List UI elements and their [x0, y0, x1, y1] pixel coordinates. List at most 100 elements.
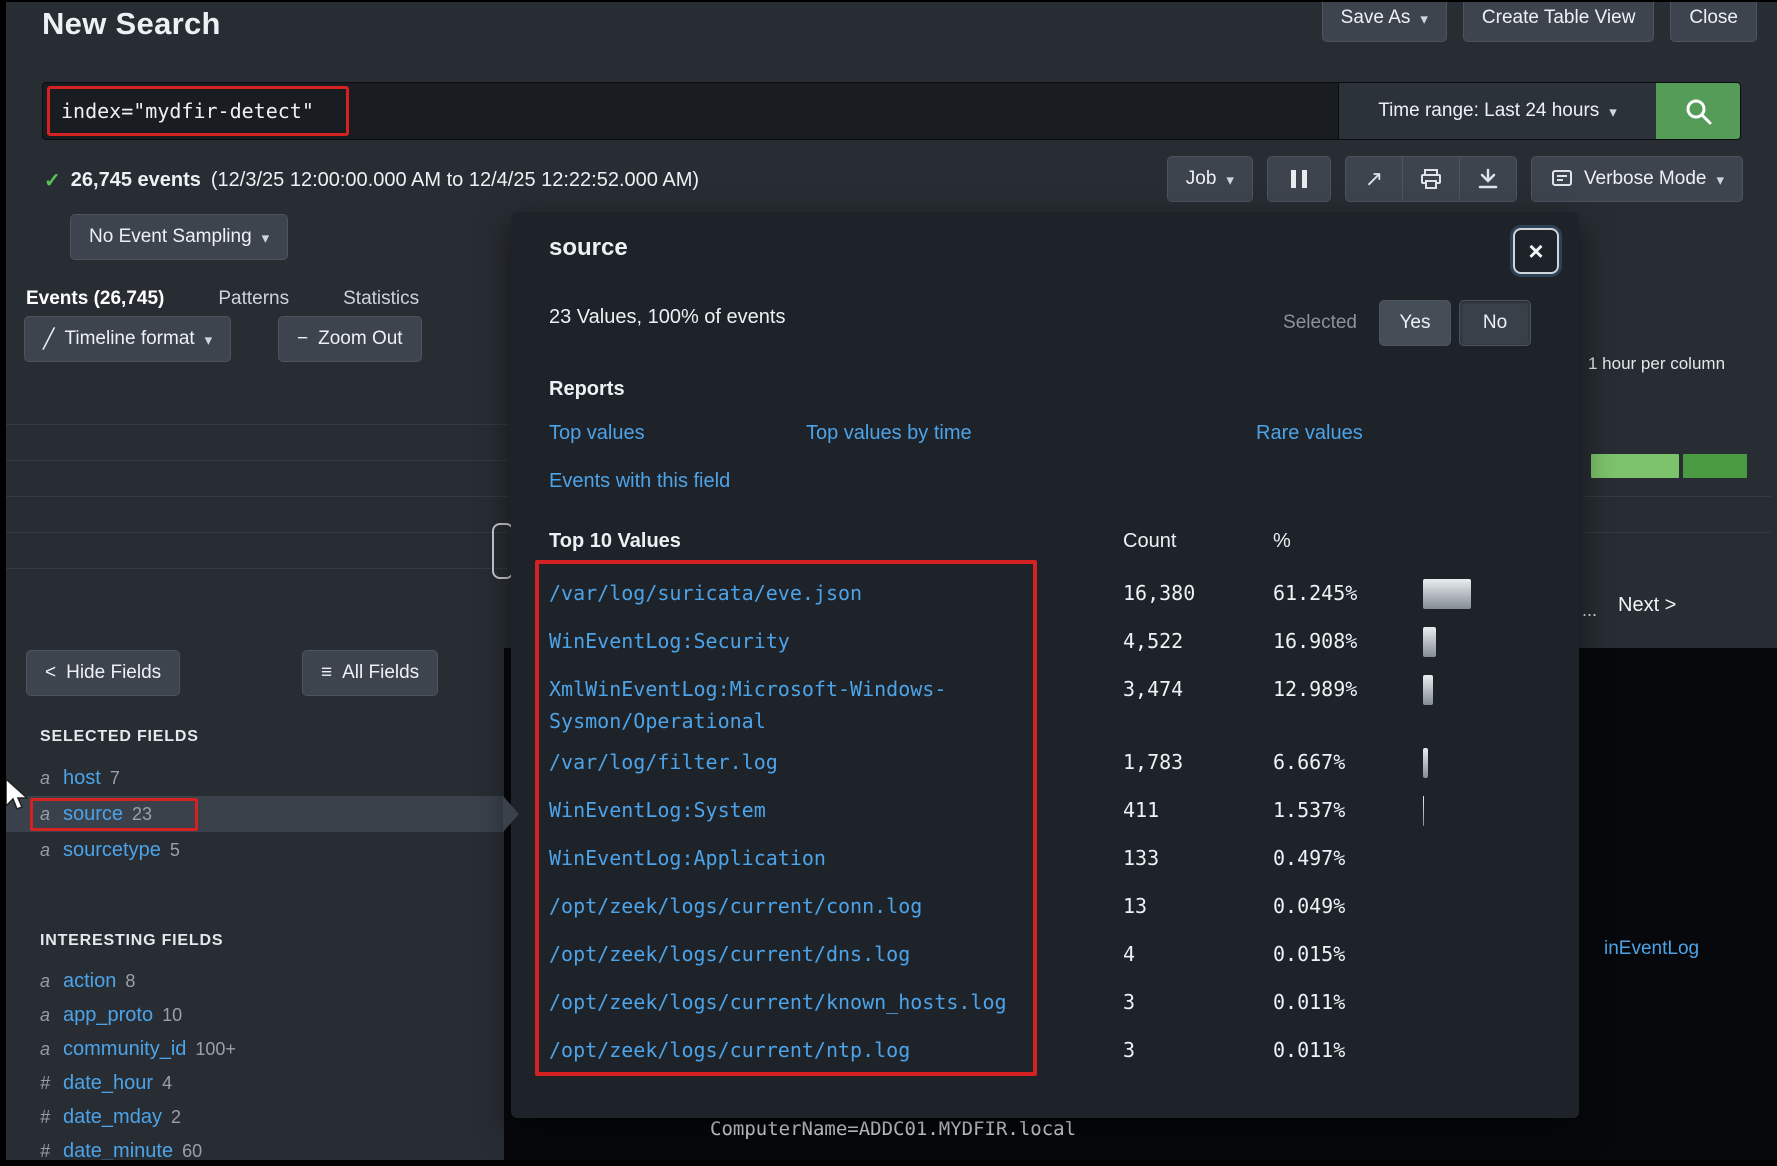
value-count: 3 — [1123, 990, 1136, 1014]
field-distinct-count: 8 — [125, 970, 136, 991]
field-value-link[interactable]: WinEventLog:Application — [549, 842, 1123, 874]
field-name[interactable]: host — [63, 767, 101, 790]
field-name[interactable]: date_hour — [63, 1072, 153, 1095]
distribution-bar — [1423, 675, 1433, 705]
zoom-out-button[interactable]: − Zoom Out — [278, 316, 422, 362]
value-percent: 0.011% — [1273, 1038, 1346, 1062]
field-name[interactable]: sourcetype — [63, 839, 161, 862]
field-name[interactable]: date_mday — [63, 1106, 162, 1129]
sidebar-field-action[interactable]: a action 8 — [6, 964, 503, 998]
magnifier-icon — [1686, 99, 1712, 125]
print-button[interactable] — [1401, 156, 1460, 202]
close-search-button[interactable]: Close — [1670, 2, 1757, 42]
field-type-prefix: # — [40, 1072, 51, 1093]
sidebar-field-date_mday[interactable]: # date_mday 2 — [6, 1100, 503, 1134]
timeline-bar[interactable] — [1683, 454, 1747, 478]
timeline-scale-note: 1 hour per column — [1588, 354, 1726, 373]
value-count: 3,474 — [1123, 677, 1184, 701]
pause-job-button[interactable] — [1266, 156, 1331, 202]
create-table-view-button[interactable]: Create Table View — [1462, 2, 1655, 42]
all-fields-button[interactable]: ≡ All Fields — [302, 650, 439, 696]
pagination-next-link[interactable]: Next > — [1618, 594, 1676, 617]
events-count: 26,745 events — [70, 169, 201, 191]
job-done-check-icon: ✓ — [44, 170, 61, 192]
field-value-link[interactable]: /var/log/suricata/eve.json — [549, 577, 1123, 609]
top-values-header-row: Top 10 Values Count % — [549, 530, 1539, 553]
top-values-table: /var/log/suricata/eve.json 16,380 61.245% W… — [549, 568, 1539, 1073]
top-value-row: WinEventLog:Application 133 0.497% — [549, 833, 1539, 881]
pagination-ellipsis: ... — [1582, 600, 1598, 620]
field-value-link[interactable]: /var/log/filter.log — [549, 746, 1123, 778]
selected-yes-button[interactable]: Yes — [1379, 300, 1451, 346]
time-range-picker[interactable]: Time range: Last 24 hours ▾ — [1338, 83, 1656, 139]
timeline-bar[interactable] — [1591, 454, 1679, 478]
annotation-box-source-field — [30, 798, 198, 831]
top-value-row: /var/log/filter.log 1,783 6.667% — [549, 737, 1539, 785]
hide-fields-button[interactable]: < Hide Fields — [26, 650, 181, 696]
popup-close-button[interactable]: × — [1513, 228, 1559, 274]
field-distinct-count: 2 — [170, 1106, 181, 1127]
field-type-prefix: a — [40, 1004, 51, 1025]
interesting-fields-heading: INTERESTING FIELDS — [40, 932, 224, 949]
value-percent: 0.049% — [1273, 894, 1346, 918]
field-value-link[interactable]: XmlWinEventLog:Microsoft-Windows-Sysmon/… — [549, 673, 1123, 737]
timeline-format-button[interactable]: ╱ Timeline format ▾ — [24, 316, 232, 362]
search-query-input[interactable]: index="mydfir-detect" — [43, 83, 1338, 139]
report-link-top-values[interactable]: Top values — [549, 422, 645, 445]
sidebar-field-host[interactable]: a host 7 — [6, 760, 503, 796]
caret-down-icon: ▾ — [1716, 171, 1724, 189]
share-icon: ↗ — [1364, 166, 1384, 191]
popup-pointer-arrow — [503, 796, 519, 832]
count-column-header: Count — [1123, 530, 1177, 552]
selected-no-button[interactable]: No — [1459, 300, 1531, 346]
field-value-link[interactable]: /opt/zeek/logs/current/dns.log — [549, 938, 1123, 970]
sidebar-field-date_minute[interactable]: # date_minute 60 — [6, 1134, 503, 1161]
distribution-bar — [1423, 627, 1436, 657]
save-as-button[interactable]: Save As ▾ — [1321, 2, 1447, 42]
sidebar-field-app_proto[interactable]: a app_proto 10 — [6, 998, 503, 1032]
caret-down-icon: ▾ — [1226, 171, 1234, 189]
mouse-cursor — [6, 778, 29, 810]
selected-label: Selected — [1283, 312, 1357, 333]
top-value-row: /opt/zeek/logs/current/conn.log 13 0.049% — [549, 881, 1539, 929]
distribution-bar — [1423, 796, 1424, 826]
report-link-events-with-field[interactable]: Events with this field — [549, 470, 730, 493]
field-value-link[interactable]: /opt/zeek/logs/current/conn.log — [549, 890, 1123, 922]
field-name[interactable]: date_minute — [63, 1140, 173, 1161]
field-value-link[interactable]: WinEventLog:System — [549, 794, 1123, 826]
download-icon — [1478, 168, 1498, 189]
report-link-rare-values[interactable]: Rare values — [1256, 422, 1363, 445]
job-icon-group: ↗ — [1344, 156, 1517, 202]
minus-icon: − — [297, 328, 309, 349]
field-type-prefix: a — [40, 839, 51, 860]
export-button[interactable] — [1458, 156, 1517, 202]
value-count: 3 — [1123, 1038, 1136, 1062]
report-link-top-values-by-time[interactable]: Top values by time — [806, 422, 972, 445]
job-menu-button[interactable]: Job ▾ — [1166, 156, 1253, 202]
value-percent: 0.497% — [1273, 846, 1346, 870]
field-value-link[interactable]: /opt/zeek/logs/current/known_hosts.log — [549, 986, 1123, 1018]
sidebar-field-date_hour[interactable]: # date_hour 4 — [6, 1066, 503, 1100]
field-value-link[interactable]: WinEventLog:Security — [549, 625, 1123, 657]
sidebar-field-community_id[interactable]: a community_id 100+ — [6, 1032, 503, 1066]
timeline-gridline — [6, 496, 508, 497]
chart-line-icon: ╱ — [43, 328, 55, 350]
field-name[interactable]: app_proto — [63, 1004, 153, 1027]
field-type-prefix: a — [40, 970, 51, 991]
field-value-link[interactable]: /opt/zeek/logs/current/ntp.log — [549, 1034, 1123, 1066]
value-percent: 61.245% — [1273, 581, 1358, 605]
sidebar-field-sourcetype[interactable]: a sourcetype 5 — [6, 832, 503, 868]
field-type-prefix: a — [40, 1038, 51, 1059]
field-name[interactable]: action — [63, 970, 116, 993]
share-job-button[interactable]: ↗ — [1344, 156, 1403, 202]
field-type-prefix: # — [40, 1106, 51, 1127]
top-value-row: WinEventLog:System 411 1.537% — [549, 785, 1539, 833]
value-count: 4,522 — [1123, 629, 1184, 653]
search-mode-button[interactable]: Verbose Mode ▾ — [1530, 156, 1743, 202]
top-values-heading: Top 10 Values — [549, 530, 681, 552]
field-name[interactable]: community_id — [63, 1038, 186, 1061]
top-value-row: /var/log/suricata/eve.json 16,380 61.245% — [549, 568, 1539, 616]
search-button[interactable] — [1656, 83, 1740, 139]
partial-wineventlog-link[interactable]: inEventLog — [1604, 938, 1699, 960]
event-sampling-button[interactable]: No Event Sampling ▾ — [70, 214, 289, 260]
